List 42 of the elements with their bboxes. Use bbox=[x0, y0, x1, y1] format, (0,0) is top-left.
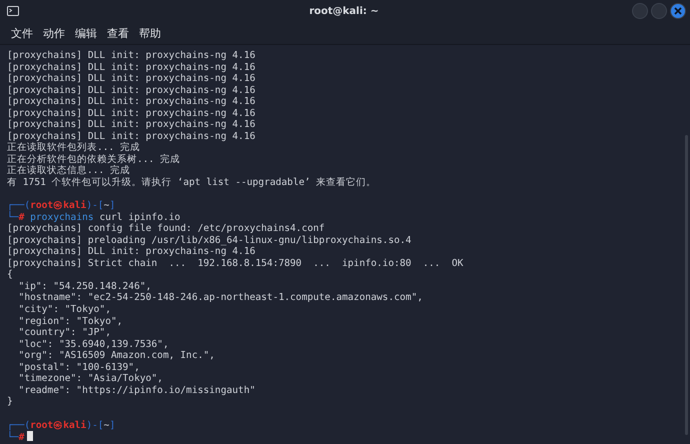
terminal-output-line: "postal": "100-6139", bbox=[18, 362, 141, 374]
terminal-output-line: 正在读取软件包列表... 完成 bbox=[7, 142, 142, 154]
command-line: └─# bbox=[7, 432, 24, 444]
terminal-icon bbox=[7, 6, 19, 16]
terminal-output-line: "hostname": "ec2-54-250-148-246.ap-northeast-1.compute.amazonaws.com", bbox=[18, 292, 424, 304]
terminal-output-line: "city": "Tokyo", bbox=[18, 304, 112, 316]
terminal-output-line: "ip": "54.250.148.246", bbox=[18, 280, 152, 292]
terminal-output-line: [proxychains] DLL init: proxychains-ng 4.16 bbox=[7, 73, 256, 85]
terminal-output-line: "region": "Tokyo", bbox=[18, 316, 124, 328]
close-icon bbox=[674, 7, 682, 15]
terminal-output-line: [proxychains] DLL init: proxychains-ng 4.16 bbox=[7, 246, 256, 258]
prompt-line: ┌──(root㉿kali)-[~] bbox=[7, 200, 116, 212]
menu-item[interactable]: 编辑 bbox=[70, 26, 102, 40]
terminal-output-line: [proxychains] Strict chain ... 192.168.8.154:7890 ... ipinfo.io:80 ... OK bbox=[7, 258, 464, 270]
terminal-output-line: "timezone": "Asia/Tokyo", bbox=[18, 373, 164, 385]
terminal-output-line: 正在分析软件包的依赖关系树... 完成 bbox=[7, 154, 182, 165]
window-title: root@kali: ~ bbox=[308, 6, 380, 16]
terminal-output-line: [proxychains] DLL init: proxychains-ng 4.16 bbox=[7, 50, 256, 62]
close-button[interactable] bbox=[670, 3, 686, 19]
terminal-output-line: "readme": "https://ipinfo.io/missingauth" bbox=[18, 384, 256, 396]
terminal-output-line: [proxychains] config file found: /etc/proxychains4.conf bbox=[7, 223, 326, 235]
terminal-output-line: "country": "JP", bbox=[18, 327, 112, 339]
terminal-output-line: { bbox=[7, 269, 14, 281]
terminal-output-line: 有 1751 个软件包可以升级。请执行 ‘apt list --upgradable’ 来查看它们。 bbox=[7, 177, 378, 189]
terminal-output-line: "org": "AS16509 Amazon.com, Inc.", bbox=[18, 350, 216, 362]
terminal-output-line: [proxychains] preloading /usr/lib/x86_64-linux-gnu/libproxychains.so.4 bbox=[7, 234, 412, 246]
menu-item[interactable]: 查看 bbox=[102, 26, 134, 40]
terminal-output-line: } bbox=[7, 396, 14, 408]
terminal-output-line: "loc": "35.6940,139.7536", bbox=[18, 338, 170, 350]
terminal-output-line: [proxychains] DLL init: proxychains-ng 4.16 bbox=[7, 108, 256, 120]
minimize-button[interactable] bbox=[632, 3, 648, 19]
terminal-output-line: [proxychains] DLL init: proxychains-ng 4.16 bbox=[7, 130, 256, 142]
terminal-output-line: 正在读取状态信息... 完成 bbox=[7, 165, 132, 177]
command-line: └─# proxychains curl ipinfo.io bbox=[7, 212, 180, 223]
terminal-output-line: [proxychains] DLL init: proxychains-ng 4.16 bbox=[7, 62, 256, 74]
terminal-output-line: [proxychains] DLL init: proxychains-ng 4.16 bbox=[7, 96, 256, 108]
terminal-output-line: [proxychains] DLL init: proxychains-ng 4.16 bbox=[7, 84, 256, 96]
menu-item[interactable]: 帮助 bbox=[134, 26, 166, 40]
menu-item[interactable]: 文件 bbox=[6, 26, 38, 40]
terminal-output-line: [proxychains] DLL init: proxychains-ng 4.16 bbox=[7, 119, 256, 131]
menu-item[interactable]: 动作 bbox=[38, 26, 70, 40]
prompt-line: ┌──(root㉿kali)-[~] bbox=[7, 420, 116, 431]
